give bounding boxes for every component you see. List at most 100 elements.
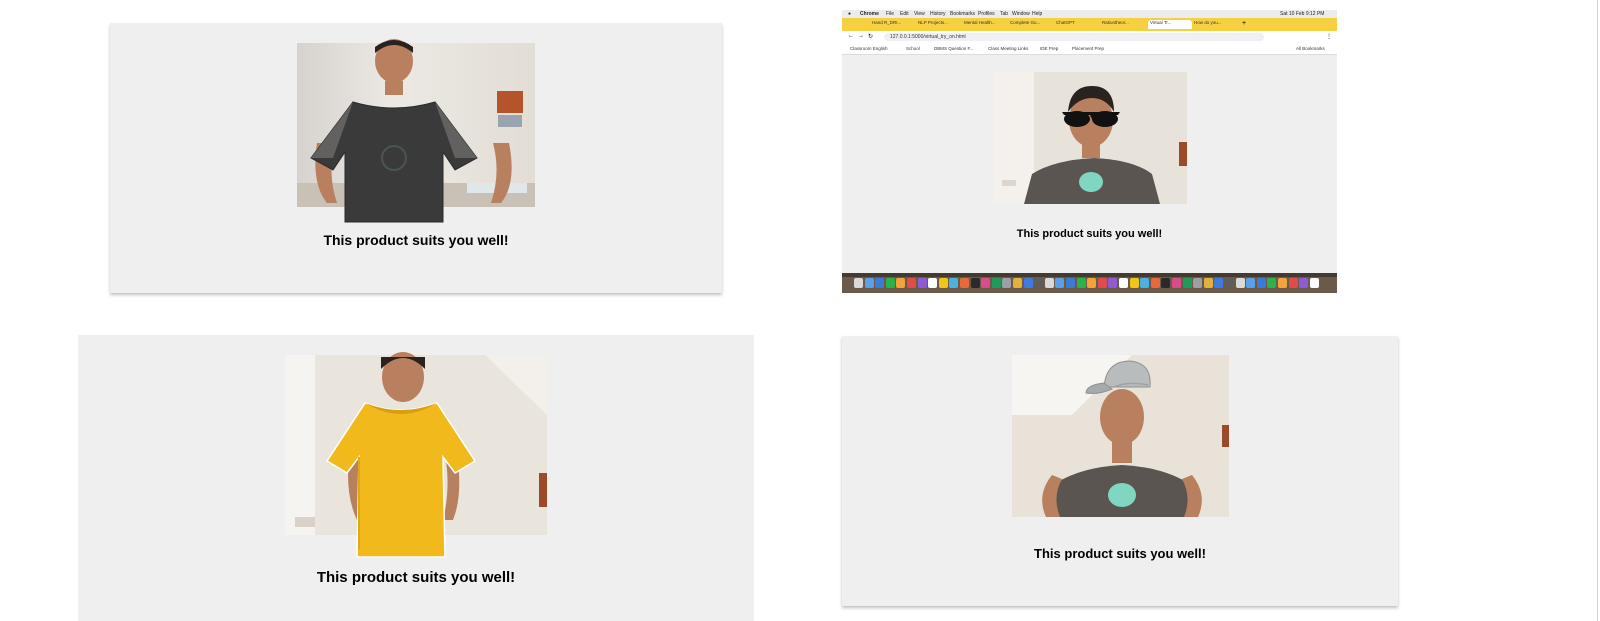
dock-app-icon[interactable] bbox=[981, 278, 991, 288]
dock-app-icon[interactable] bbox=[875, 278, 885, 288]
clock: Sat 10 Feb 9:12 PM bbox=[1280, 11, 1325, 17]
tshirt-dark-shape bbox=[310, 101, 478, 223]
tryon-panel-cap: This product suits you well! bbox=[842, 336, 1398, 606]
tryon-panel-tshirt-yellow: This product suits you well! bbox=[78, 335, 754, 621]
tryon-panel-sunglasses: This product suits you well! bbox=[842, 55, 1337, 273]
dock-app-icon[interactable] bbox=[854, 278, 863, 288]
bookmark-item[interactable]: IDE Prep bbox=[1040, 46, 1058, 51]
menu-bookmarks[interactable]: Bookmarks bbox=[950, 11, 975, 17]
tryon-panel-tshirt-dark: This product suits you well! bbox=[110, 23, 722, 293]
dock-app-icon[interactable] bbox=[938, 278, 948, 288]
browser-tab[interactable]: Complete Gu... bbox=[1010, 20, 1052, 29]
dock-app-icon[interactable] bbox=[1076, 278, 1086, 288]
new-tab-icon[interactable]: + bbox=[1242, 20, 1246, 27]
dock-app-icon[interactable] bbox=[1246, 278, 1256, 288]
browser-tab[interactable]: Hand R_DRI... bbox=[872, 20, 914, 29]
dock-app-icon[interactable] bbox=[991, 278, 1001, 288]
sunglasses-overlay bbox=[1062, 111, 1120, 127]
browser-tab[interactable]: How do you... bbox=[1194, 20, 1236, 29]
result-caption: This product suits you well! bbox=[316, 569, 516, 586]
browser-tab-active[interactable]: Virtual Tr... bbox=[1148, 20, 1192, 29]
browser-toolbar: ← → ↻ 127.0.0.1:5000/virtual_try_on.html… bbox=[842, 31, 1337, 44]
dock-app-icon[interactable] bbox=[1267, 278, 1277, 288]
dock-app-icon[interactable] bbox=[1108, 278, 1118, 288]
dock-app-icon[interactable] bbox=[1129, 278, 1139, 288]
bookmark-item[interactable]: Classroom English bbox=[850, 46, 888, 51]
menu-window[interactable]: Window bbox=[1012, 11, 1030, 17]
menu-profiles[interactable]: Profiles bbox=[978, 11, 995, 17]
dock-app-icon[interactable] bbox=[1309, 278, 1319, 288]
dock-app-icon[interactable] bbox=[1299, 278, 1309, 288]
dock-app-icon[interactable] bbox=[1087, 278, 1097, 288]
all-bookmarks[interactable]: All Bookmarks bbox=[1296, 46, 1325, 51]
forward-icon[interactable]: → bbox=[858, 33, 864, 39]
dock-app-icon[interactable] bbox=[1044, 278, 1054, 288]
dock-app-icon[interactable] bbox=[1119, 278, 1128, 288]
page-edge-divider bbox=[1597, 0, 1598, 621]
webcam-image-tshirt-dark bbox=[297, 39, 535, 229]
dock-app-icon[interactable] bbox=[864, 278, 874, 288]
menu-help[interactable]: Help bbox=[1032, 11, 1042, 17]
dock-app-icon[interactable] bbox=[1288, 278, 1298, 288]
browser-tab[interactable]: Mental Health... bbox=[964, 20, 1006, 29]
dock-app-icon[interactable] bbox=[885, 278, 895, 288]
webcam-image-sunglasses bbox=[994, 72, 1187, 204]
tshirt-yellow-shape bbox=[325, 402, 477, 558]
macos-menu-bar: ● Chrome File Edit View History Bookmark… bbox=[842, 10, 1337, 18]
menu-file[interactable]: File bbox=[886, 11, 894, 17]
tshirt-overlay-dark bbox=[310, 101, 478, 223]
result-caption: This product suits you well! bbox=[1016, 228, 1163, 240]
dock-app-icon[interactable] bbox=[1150, 278, 1160, 288]
dock-app-icon[interactable] bbox=[949, 278, 959, 288]
menu-edit[interactable]: Edit bbox=[900, 11, 909, 17]
reload-icon[interactable]: ↻ bbox=[868, 33, 873, 40]
dock-app-icon[interactable] bbox=[1214, 278, 1224, 288]
dock-app-icon[interactable] bbox=[896, 278, 906, 288]
bookmarks-bar: Classroom English School DBMS Question F… bbox=[842, 44, 1337, 55]
back-icon[interactable]: ← bbox=[848, 33, 854, 39]
result-caption: This product suits you well! bbox=[1034, 546, 1206, 561]
dock-app-icon[interactable] bbox=[917, 278, 927, 288]
dock-app-icon[interactable] bbox=[1225, 278, 1234, 288]
tshirt-overlay-yellow bbox=[325, 402, 477, 558]
menu-tab[interactable]: Tab bbox=[1000, 11, 1008, 17]
webcam-image-cap bbox=[1012, 355, 1229, 517]
browser-tab[interactable]: NLP Projects... bbox=[918, 20, 960, 29]
browser-tab[interactable]: Ratiuntheor... bbox=[1102, 20, 1144, 29]
bookmark-item[interactable]: DBMS Question F... bbox=[934, 46, 974, 51]
bookmark-item[interactable]: Class Meeting Links bbox=[988, 46, 1028, 51]
dock-app-icon[interactable] bbox=[1097, 278, 1107, 288]
dock-app-icon[interactable] bbox=[907, 278, 916, 288]
menu-view[interactable]: View bbox=[914, 11, 925, 17]
dock-app-icon[interactable] bbox=[1013, 278, 1022, 288]
browser-tab-bar: Hand R_DRI... NLP Projects... Mental Hea… bbox=[842, 18, 1337, 31]
dock-app-icon[interactable] bbox=[1235, 278, 1245, 288]
bookmark-item[interactable]: Placement Prep bbox=[1072, 46, 1104, 51]
dock-app-icon[interactable] bbox=[1203, 278, 1213, 288]
dock-app-icon[interactable] bbox=[1002, 278, 1012, 288]
more-menu-icon[interactable]: ⋮ bbox=[1326, 33, 1332, 40]
result-caption: This product suits you well! bbox=[323, 232, 509, 248]
dock-app-icon[interactable] bbox=[1172, 278, 1181, 288]
dock-app-icon[interactable] bbox=[1193, 278, 1203, 288]
menu-history[interactable]: History bbox=[930, 11, 946, 17]
dock-app-icon[interactable] bbox=[1055, 278, 1065, 288]
bookmark-item[interactable]: School bbox=[906, 46, 920, 51]
dock-app-icon[interactable] bbox=[928, 278, 938, 288]
dock-app-icon[interactable] bbox=[1066, 278, 1075, 288]
dock-app-icon[interactable] bbox=[1278, 278, 1287, 288]
dock-app-icon[interactable] bbox=[960, 278, 969, 288]
dock-app-icon[interactable] bbox=[1161, 278, 1171, 288]
browser-tab[interactable]: ChatGPT bbox=[1056, 20, 1098, 29]
dock-app-icon[interactable] bbox=[1182, 278, 1192, 288]
dock-app-icon[interactable] bbox=[1140, 278, 1150, 288]
dock-app-icon[interactable] bbox=[1256, 278, 1266, 288]
url-input[interactable]: 127.0.0.1:5000/virtual_try_on.html bbox=[884, 33, 1264, 41]
dock-app-icon[interactable] bbox=[1023, 278, 1033, 288]
dock-app-icon[interactable] bbox=[1034, 278, 1044, 288]
webcam-image-tshirt-yellow bbox=[285, 352, 547, 560]
cap-overlay bbox=[1085, 360, 1151, 394]
apple-icon: ● bbox=[848, 11, 852, 17]
menu-chrome[interactable]: Chrome bbox=[860, 11, 879, 17]
dock-app-icon[interactable] bbox=[970, 278, 980, 288]
